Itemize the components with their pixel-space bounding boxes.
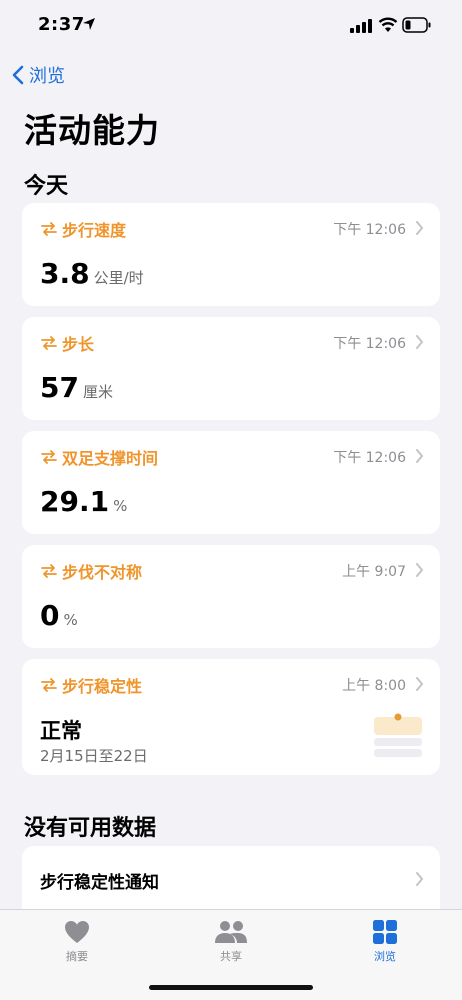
- card-value: 29.1 %: [40, 485, 127, 518]
- mobility-arrows-icon: [41, 564, 57, 578]
- value-number: 3.8: [40, 257, 90, 290]
- steadiness-date-range: 2月15日至22日: [40, 747, 148, 765]
- card-value: 57 厘米: [40, 371, 113, 404]
- card-step-length[interactable]: 步长 下午 12:06 57 厘米: [22, 317, 440, 420]
- value-number: 0: [40, 599, 60, 632]
- card-value: 0 %: [40, 599, 78, 632]
- chevron-right-icon: [416, 335, 424, 349]
- card-label-text: 步行速度: [62, 221, 127, 240]
- chevron-right-icon: [416, 677, 424, 691]
- people-icon: [215, 921, 247, 943]
- card-label: 步伐不对称: [40, 559, 142, 583]
- section-title-today: 今天: [24, 174, 69, 199]
- card-label-text: 步长: [62, 335, 95, 354]
- steadiness-value: 正常: [40, 719, 82, 743]
- value-number: 29.1: [40, 485, 110, 518]
- battery-icon: [402, 17, 431, 33]
- status-bar: 2:37: [0, 0, 462, 52]
- wifi-icon: [378, 17, 398, 32]
- tab-summary[interactable]: 摘要: [32, 920, 122, 964]
- value-unit: %: [113, 497, 128, 515]
- card-walking-speed[interactable]: 步行速度 下午 12:06 3.8 公里/时: [22, 203, 440, 306]
- card-walking-asymmetry[interactable]: 步伐不对称 上午 9:07 0 %: [22, 545, 440, 648]
- value-unit: %: [63, 611, 78, 629]
- back-button[interactable]: 浏览: [12, 62, 65, 88]
- card-double-support-time[interactable]: 双足支撑时间 下午 12:06 29.1 %: [22, 431, 440, 534]
- value-unit: 公里/时: [93, 269, 144, 287]
- steadiness-level-icon: [374, 713, 422, 757]
- location-arrow-icon: [83, 18, 95, 30]
- cellular-signal-icon: [350, 19, 372, 33]
- tab-sharing[interactable]: 共享: [186, 920, 276, 964]
- chevron-right-icon: [416, 221, 424, 235]
- card-label-text: 步行稳定性: [62, 677, 143, 696]
- grid-icon: [373, 920, 397, 944]
- row-label: 步行稳定性通知: [40, 873, 159, 893]
- card-label: 步行稳定性: [40, 673, 142, 697]
- card-timestamp: 下午 12:06: [333, 336, 406, 352]
- tab-label: 浏览: [374, 950, 396, 963]
- card-label: 步长: [40, 331, 94, 355]
- card-label: 步行速度: [40, 217, 126, 241]
- row-steadiness-notifications[interactable]: 步行稳定性通知: [22, 846, 440, 916]
- tab-label: 共享: [220, 950, 242, 963]
- heart-icon: [65, 921, 89, 943]
- tab-label: 摘要: [66, 950, 88, 963]
- card-label-text: 步伐不对称: [62, 563, 143, 582]
- chevron-right-icon: [416, 449, 424, 463]
- card-timestamp: 下午 12:06: [333, 450, 406, 466]
- card-timestamp: 下午 12:06: [333, 222, 406, 238]
- card-label-text: 双足支撑时间: [62, 449, 159, 468]
- tab-browse[interactable]: 浏览: [340, 920, 430, 964]
- mobility-arrows-icon: [41, 450, 57, 464]
- card-timestamp: 上午 9:07: [342, 564, 406, 580]
- page-title: 活动能力: [24, 111, 160, 150]
- value-number: 57: [40, 371, 79, 404]
- section-title-no-data: 没有可用数据: [24, 816, 157, 841]
- chevron-right-icon: [416, 563, 424, 577]
- card-value: 3.8 公里/时: [40, 257, 144, 290]
- home-indicator: [149, 985, 313, 990]
- chevron-left-icon: [12, 65, 24, 85]
- status-time: 2:37: [38, 14, 85, 35]
- mobility-arrows-icon: [41, 678, 57, 692]
- card-timestamp: 上午 8:00: [342, 678, 406, 694]
- chevron-right-icon: [416, 872, 424, 886]
- value-unit: 厘米: [82, 383, 113, 401]
- back-label: 浏览: [29, 66, 65, 87]
- card-walking-steadiness[interactable]: 步行稳定性 上午 8:00 正常 2月15日至22日: [22, 659, 440, 775]
- mobility-arrows-icon: [41, 336, 57, 350]
- card-label: 双足支撑时间: [40, 445, 158, 469]
- mobility-arrows-icon: [41, 222, 57, 236]
